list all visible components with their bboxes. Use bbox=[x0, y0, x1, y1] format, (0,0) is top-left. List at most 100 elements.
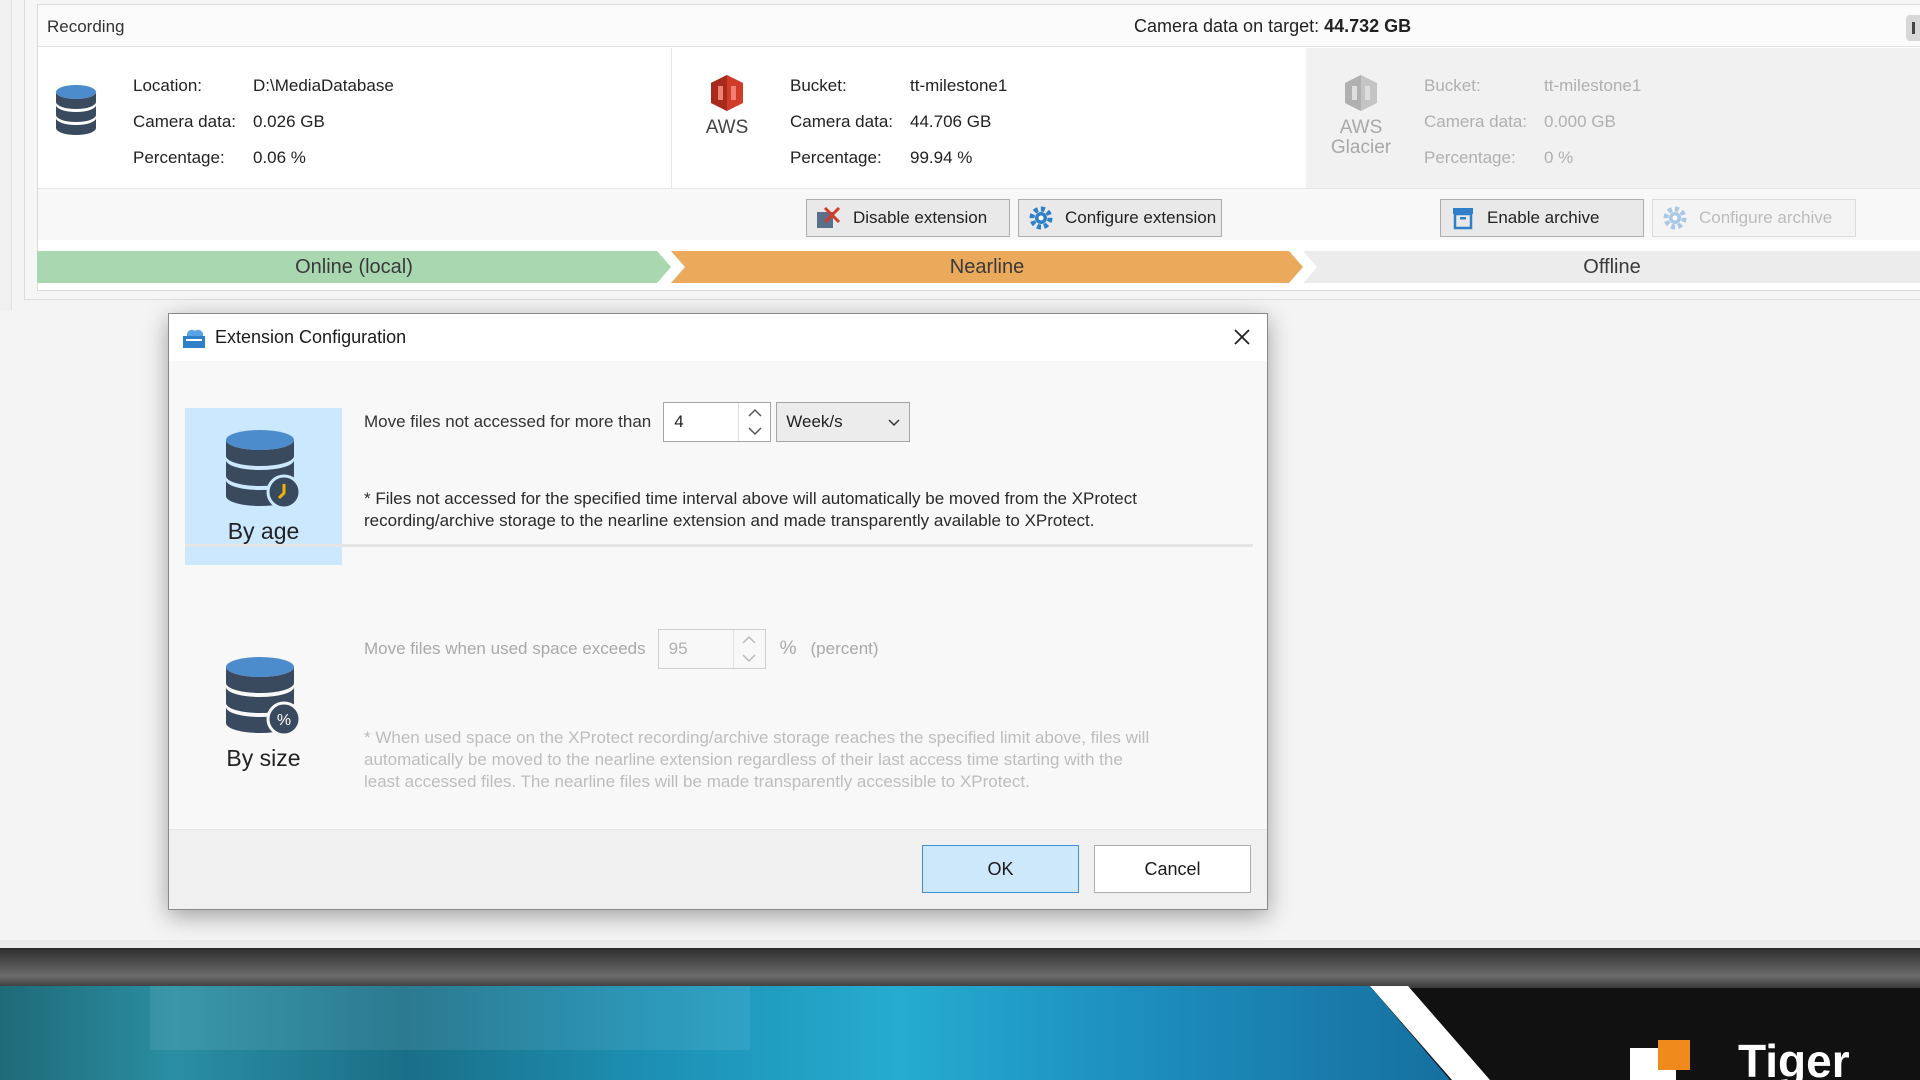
glacier-line1: AWS bbox=[1339, 117, 1383, 138]
weeks-increment-button[interactable] bbox=[738, 403, 770, 422]
chevron-up-icon bbox=[748, 408, 762, 417]
tier-offline: AWS Glacier Bucket: tt-milestone1 Camera… bbox=[1306, 48, 1920, 188]
weeks-input[interactable] bbox=[664, 404, 735, 440]
svg-text:%: % bbox=[276, 712, 290, 729]
by-size-note: * When used space on the XProtect record… bbox=[364, 727, 1224, 793]
archive-box-icon bbox=[1449, 204, 1477, 232]
dialog-titlebar[interactable]: Extension Configuration bbox=[169, 314, 1267, 361]
glacier-line2: Glacier bbox=[1330, 137, 1392, 158]
database-clock-icon bbox=[225, 430, 301, 510]
by-age-option[interactable]: By age bbox=[185, 408, 342, 565]
dialog-title: Extension Configuration bbox=[215, 327, 407, 347]
tier-local: Location: D:\MediaDatabase Camera data: … bbox=[38, 48, 672, 188]
weeks-stepper bbox=[663, 402, 772, 442]
by-size-rule-text: Move files when used space exceeds bbox=[364, 639, 646, 658]
pipeline-online-local: Online (local) bbox=[37, 251, 671, 283]
extension-configuration-dialog: Extension Configuration By age Move file… bbox=[168, 313, 1268, 910]
percent-increment-button[interactable] bbox=[732, 630, 765, 649]
disable-extension-icon bbox=[815, 204, 843, 232]
by-size-rule: Move files when used space exceeds % (pe… bbox=[364, 629, 879, 669]
disable-extension-button[interactable]: Disable extension bbox=[806, 199, 1010, 237]
aws-glacier-icon bbox=[1345, 75, 1377, 111]
page-bottom-edge bbox=[0, 940, 1920, 948]
percentage-label: Percentage: bbox=[133, 148, 225, 167]
banner-gradient bbox=[0, 948, 1920, 988]
close-icon bbox=[1234, 329, 1250, 345]
recording-header: Recording Camera data on target: 44.732 … bbox=[38, 5, 1920, 47]
percent-input[interactable] bbox=[658, 631, 729, 667]
camera-data-label: Camera data: bbox=[790, 112, 893, 131]
camera-data-label: Camera data: bbox=[133, 112, 236, 131]
gear-icon bbox=[1661, 204, 1689, 232]
by-size-option[interactable]: % By size bbox=[185, 635, 342, 792]
left-pane-edge bbox=[0, 0, 12, 310]
cancel-button[interactable]: Cancel bbox=[1094, 845, 1251, 893]
enable-archive-label: Enable archive bbox=[1487, 208, 1600, 227]
bucket-label: Bucket: bbox=[790, 76, 847, 95]
aws-label: AWS bbox=[705, 117, 749, 138]
by-age-note-line1: * Files not accessed for the specified t… bbox=[364, 489, 1137, 508]
by-age-note-line2: recording/archive storage to the nearlin… bbox=[364, 511, 1095, 530]
tier-nearline: AWS Bucket: tt-milestone1 Camera data: 4… bbox=[672, 48, 1306, 188]
camera-data-label: Camera data: bbox=[1424, 112, 1527, 131]
database-percent-icon: % bbox=[225, 657, 301, 737]
weeks-decrement-button[interactable] bbox=[738, 422, 770, 441]
camera-total-value: 44.732 GB bbox=[1324, 16, 1412, 36]
location-label: Location: bbox=[133, 76, 202, 95]
options-divider bbox=[185, 544, 1253, 547]
by-age-rule: Move files not accessed for more than We… bbox=[364, 402, 911, 442]
configure-extension-label: Configure extension bbox=[1065, 208, 1217, 227]
close-button[interactable] bbox=[1225, 320, 1259, 354]
camera-data-value: 44.706 GB bbox=[910, 112, 992, 131]
by-age-note: * Files not accessed for the specified t… bbox=[364, 488, 1224, 532]
tiger-logo-icon bbox=[1630, 1040, 1690, 1080]
chevron-down-icon bbox=[748, 427, 762, 436]
pipeline-offline: Offline bbox=[1303, 251, 1920, 283]
aws-glacier-label: AWS Glacier bbox=[1321, 118, 1401, 158]
camera-data-value: 0.000 GB bbox=[1544, 112, 1616, 131]
camera-data-total: Camera data on target: 44.732 GB bbox=[1134, 16, 1411, 37]
ok-button[interactable]: OK bbox=[922, 845, 1079, 893]
by-age-label: By age bbox=[227, 518, 300, 544]
disable-extension-label: Disable extension bbox=[853, 208, 988, 227]
database-icon bbox=[56, 85, 96, 135]
by-size-note-line3: least accessed files. The nearline files… bbox=[364, 772, 1030, 791]
enable-archive-button[interactable]: Enable archive bbox=[1440, 199, 1644, 237]
by-size-note-line2: automatically be moved to the nearline e… bbox=[364, 750, 1123, 769]
dialog-body: By age Move files not accessed for more … bbox=[169, 361, 1267, 831]
by-size-label: By size bbox=[226, 745, 301, 771]
percent-stepper bbox=[657, 629, 766, 669]
camera-data-value: 0.026 GB bbox=[253, 112, 325, 131]
weeks-stepper-buttons bbox=[738, 403, 770, 441]
camera-total-label: Camera data on target: bbox=[1134, 16, 1320, 36]
percentage-value: 0.06 % bbox=[253, 148, 306, 167]
by-size-note-line1: * When used space on the XProtect record… bbox=[364, 728, 1150, 747]
percentage-label: Percentage: bbox=[790, 148, 882, 167]
percentage-label: Percentage: bbox=[1424, 148, 1516, 167]
percent-stepper-buttons bbox=[732, 630, 765, 668]
bucket-value: tt-milestone1 bbox=[1544, 76, 1642, 95]
tiger-logo-text: Tiger bbox=[1738, 1035, 1850, 1080]
recording-title: Recording bbox=[47, 17, 125, 36]
location-value: D:\MediaDatabase bbox=[253, 76, 394, 95]
scroll-handle[interactable] bbox=[1906, 15, 1920, 41]
storage-pipeline: Online (local) Nearline Offline bbox=[37, 251, 1920, 283]
banner-image bbox=[0, 986, 1450, 1080]
time-unit-dropdown[interactable]: Week/s bbox=[776, 402, 911, 442]
gear-icon bbox=[1027, 204, 1055, 232]
configure-archive-button[interactable]: Configure archive bbox=[1652, 199, 1856, 237]
percentage-value: 99.94 % bbox=[910, 148, 973, 167]
recording-panel: Recording Camera data on target: 44.732 … bbox=[24, 0, 1920, 300]
chevron-down-icon bbox=[742, 654, 756, 663]
percent-decrement-button[interactable] bbox=[732, 649, 765, 668]
configure-extension-button[interactable]: Configure extension bbox=[1018, 199, 1222, 237]
chevron-up-icon bbox=[742, 635, 756, 644]
dialog-footer: OK Cancel bbox=[169, 829, 1267, 909]
cloud-storage-icon bbox=[183, 329, 205, 348]
recording-panel-inner: Recording Camera data on target: 44.732 … bbox=[37, 4, 1920, 291]
by-age-rule-text: Move files not accessed for more than bbox=[364, 412, 652, 431]
chevron-down-icon bbox=[888, 419, 900, 427]
pipeline-nearline: Nearline bbox=[671, 251, 1303, 283]
bucket-label: Bucket: bbox=[1424, 76, 1481, 95]
bucket-value: tt-milestone1 bbox=[910, 76, 1008, 95]
